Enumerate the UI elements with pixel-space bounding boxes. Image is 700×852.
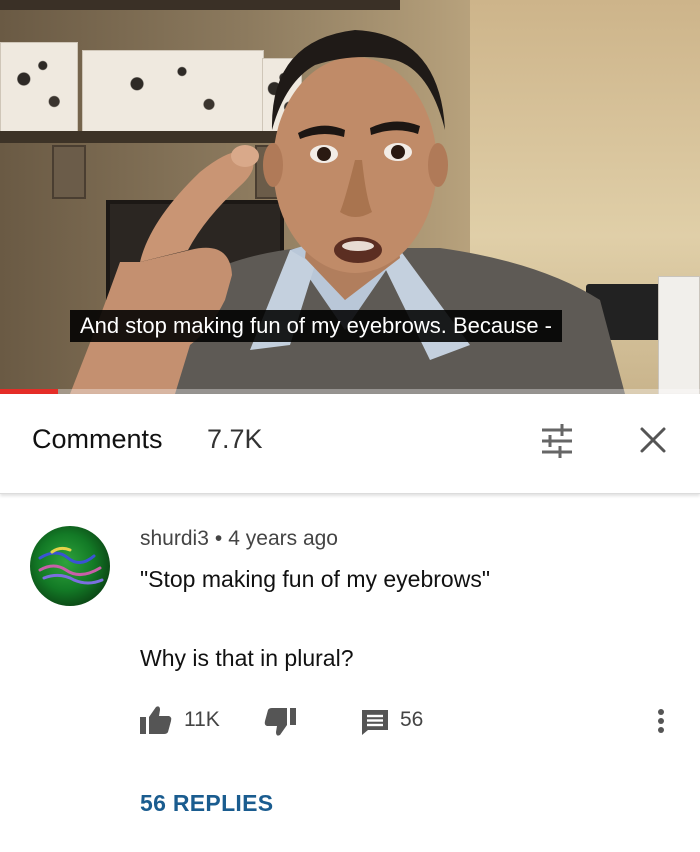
comments-count: 7.7K [207,424,263,454]
comments-header: Comments 7.7K [0,394,700,494]
avatar[interactable] [30,526,110,606]
like-button[interactable] [138,704,174,738]
avatar-swirl-graphic [38,546,104,585]
sort-filter-icon [542,424,572,458]
thumbs-up-icon [140,706,172,734]
thumbs-down-icon [264,708,296,736]
reply-count: 56 [400,708,424,731]
sort-button[interactable] [536,422,578,460]
close-icon [640,427,666,453]
video-player[interactable]: And stop making fun of my eyebrows. Beca… [0,0,700,394]
view-replies-link[interactable]: 56 REPLIES [140,790,273,817]
video-subtitle: And stop making fun of my eyebrows. Beca… [70,310,563,342]
like-count: 11K [184,708,220,731]
reply-button[interactable] [360,704,390,738]
comment-author[interactable]: shurdi3 [140,527,209,550]
more-options-button[interactable] [650,704,672,738]
vertical-ellipsis-icon [658,709,664,733]
comment-reply-icon [362,710,388,735]
comment-meta: shurdi3 • 4 years ago [140,527,338,551]
close-comments-button[interactable] [630,420,676,462]
comment-text-line: "Stop making fun of my eyebrows" [140,566,490,592]
meta-separator: • [214,527,223,550]
comment-time: 4 years ago [228,527,338,550]
dislike-button[interactable] [262,704,298,738]
comment-text-line: Why is that in plural? [140,645,354,671]
comments-title: Comments [32,424,163,454]
